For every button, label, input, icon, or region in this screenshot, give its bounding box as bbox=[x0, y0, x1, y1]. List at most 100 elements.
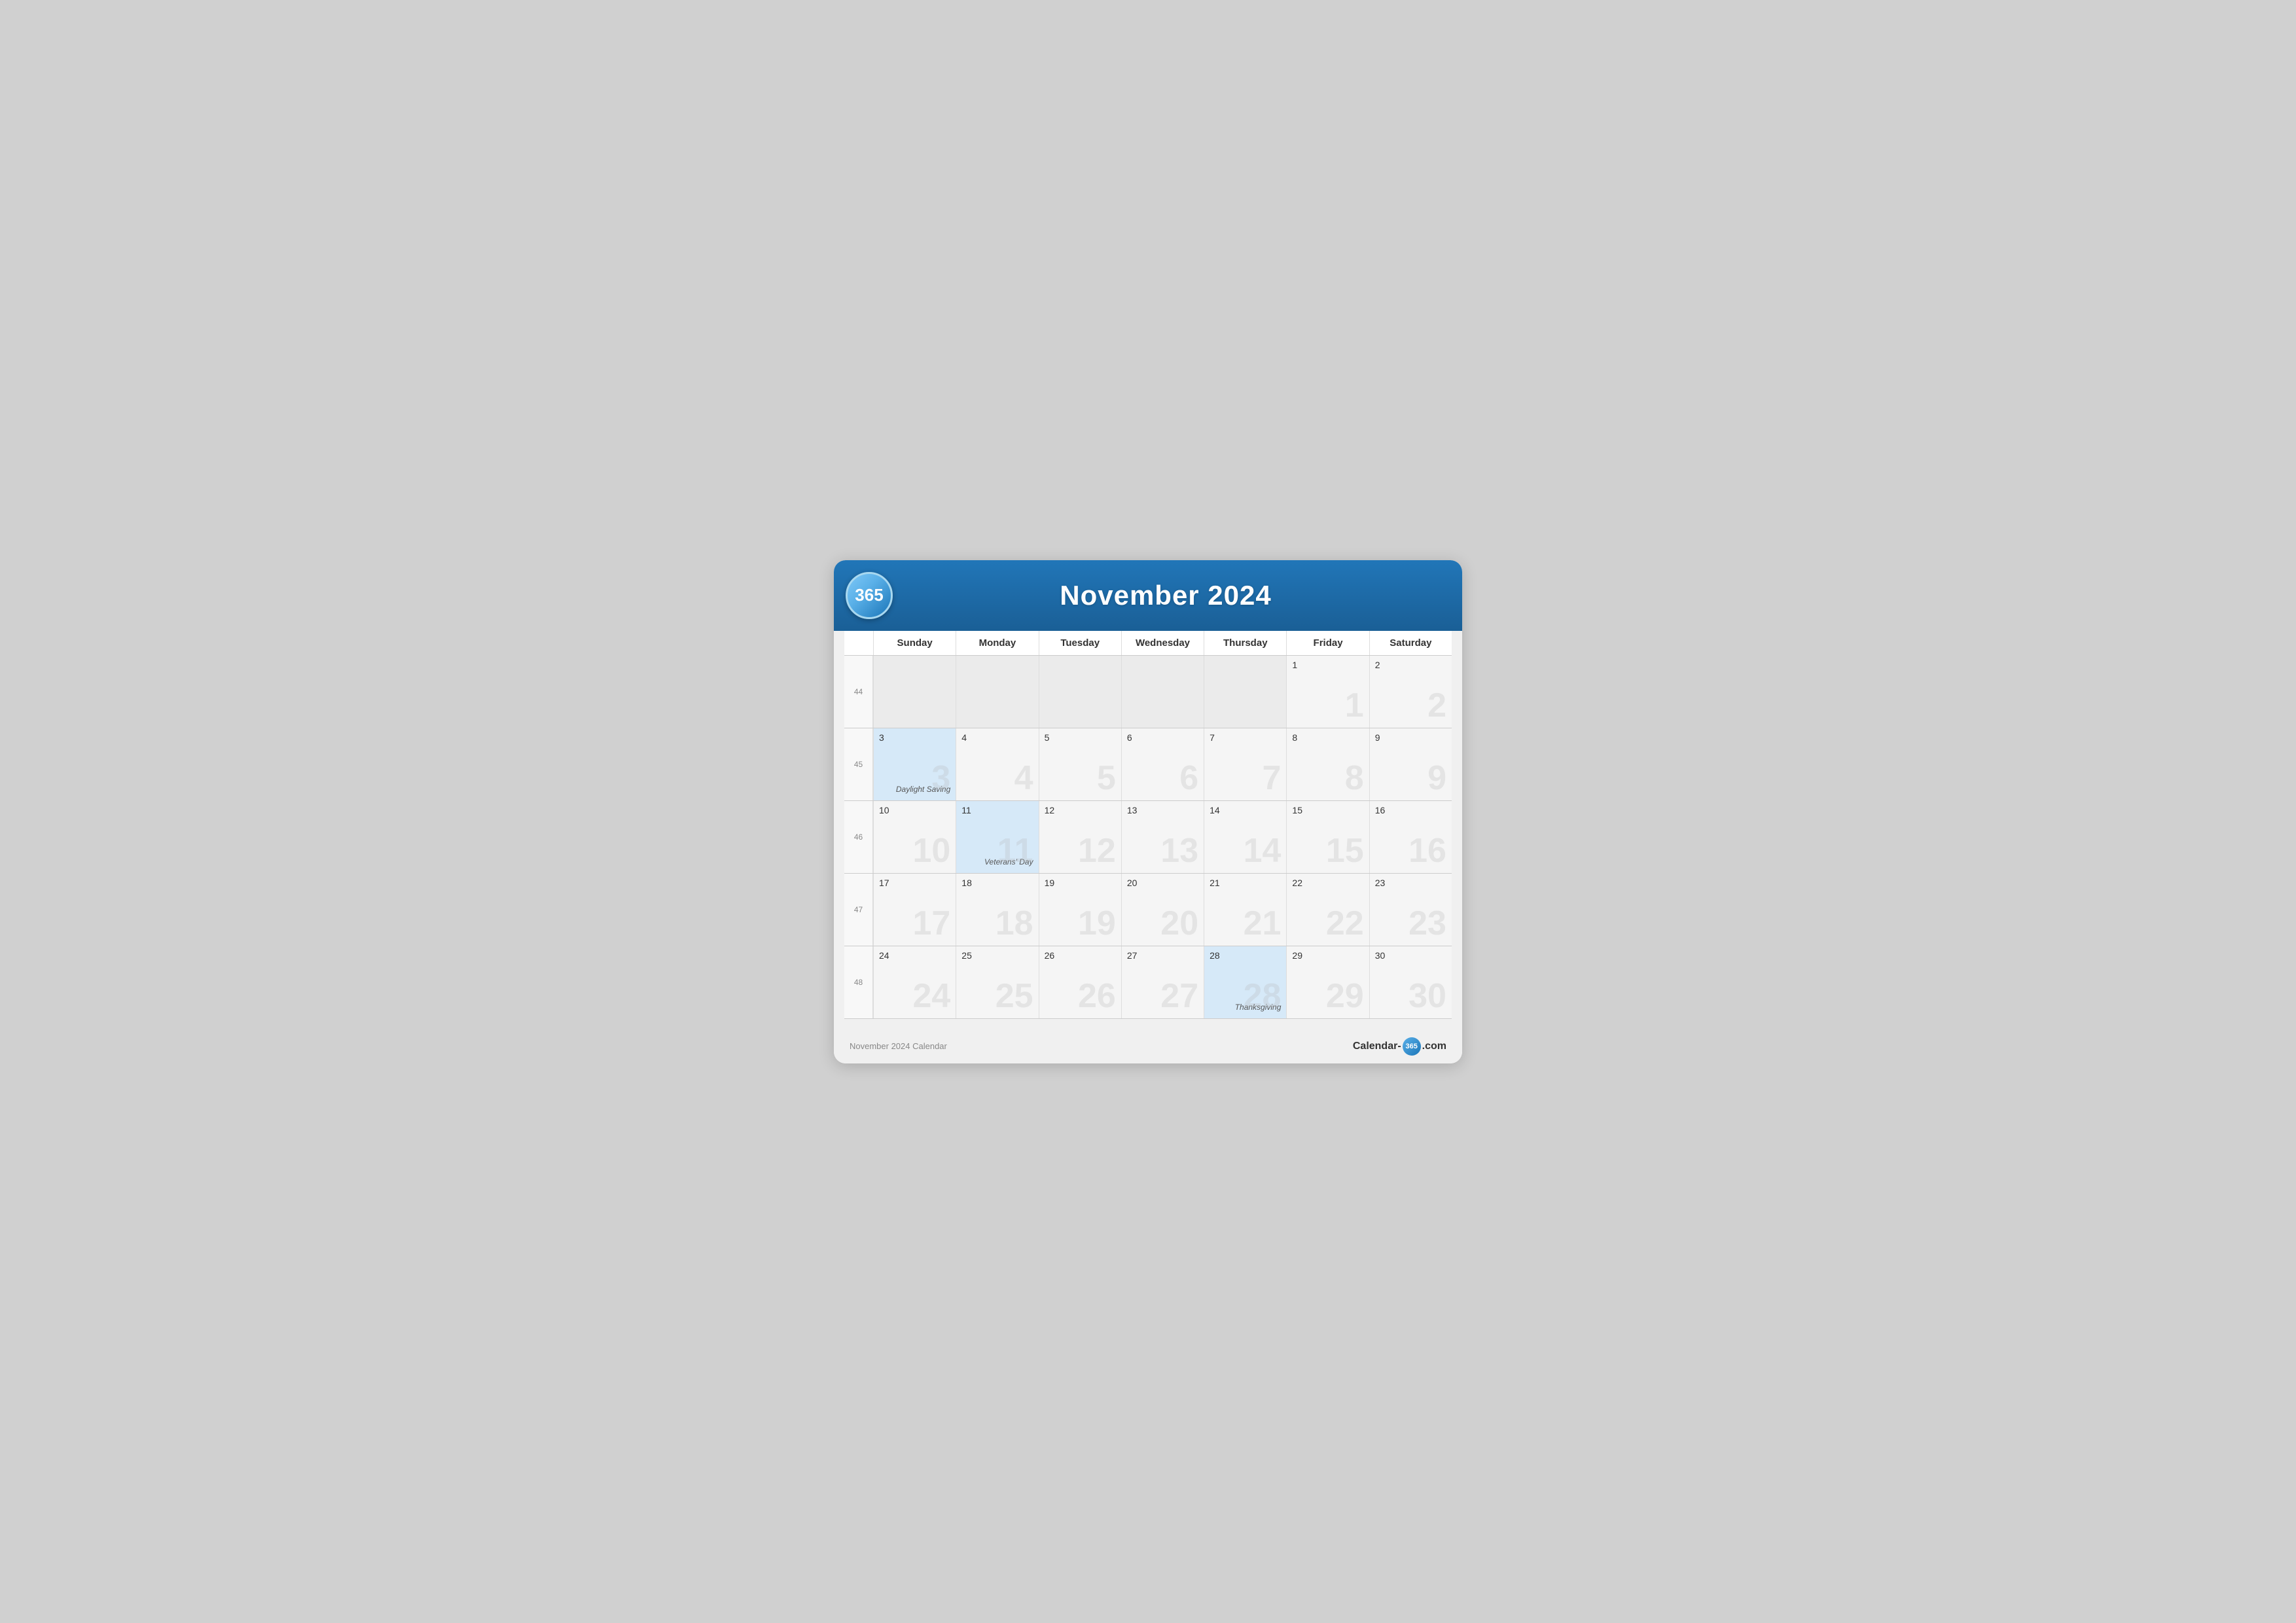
cell-watermark: 18 bbox=[996, 906, 1033, 940]
cell-watermark: 29 bbox=[1326, 979, 1364, 1013]
cell-date-number: 8 bbox=[1292, 732, 1363, 743]
cell-date-number: 11 bbox=[961, 805, 1033, 815]
week-num-2: 46 bbox=[844, 801, 873, 873]
calendar-cell-week4-day1[interactable]: 2525 bbox=[956, 946, 1038, 1018]
calendar-cell-week3-day4[interactable]: 2121 bbox=[1204, 874, 1286, 946]
cell-watermark: 26 bbox=[1078, 979, 1116, 1013]
day-header-sunday: Sunday bbox=[873, 631, 956, 655]
cell-event-label: Veterans' Day bbox=[961, 857, 1033, 869]
cell-watermark: 30 bbox=[1408, 979, 1446, 1013]
footer-logo-circle: 365 bbox=[1403, 1037, 1421, 1056]
calendar-cell-week4-day2[interactable]: 26 26 bbox=[1039, 946, 1121, 1018]
cell-date-number: 2 bbox=[1375, 660, 1446, 670]
calendar-cell-week0-day4[interactable] bbox=[1204, 656, 1286, 728]
calendar-cell-week0-day1[interactable] bbox=[956, 656, 1038, 728]
calendar-cell-week4-day3[interactable]: 2727 bbox=[1121, 946, 1204, 1018]
cell-date-number: 5 bbox=[1045, 732, 1116, 743]
calendar-cell-week1-day4[interactable]: 77 bbox=[1204, 728, 1286, 800]
calendar-container: 365 November 2024 Sunday Monday Tuesday … bbox=[834, 560, 1462, 1063]
week-num-1: 45 bbox=[844, 728, 873, 800]
cell-date-number: 4 bbox=[961, 732, 1033, 743]
calendar-cell-week2-day0[interactable]: 10 10 bbox=[873, 801, 956, 873]
calendar-cell-week4-day4[interactable]: 2828Thanksgiving bbox=[1204, 946, 1286, 1018]
cell-date-number: 24 bbox=[879, 950, 950, 961]
week-num-3: 47 bbox=[844, 874, 873, 946]
cell-date-number: 20 bbox=[1127, 878, 1198, 888]
calendar-cell-week0-day0[interactable] bbox=[873, 656, 956, 728]
cell-watermark: 23 bbox=[1408, 906, 1446, 940]
cell-watermark: 1 bbox=[1345, 688, 1364, 722]
calendar-cell-week0-day5[interactable]: 11 bbox=[1286, 656, 1369, 728]
cell-date-number: 13 bbox=[1127, 805, 1198, 815]
cell-date-number: 23 bbox=[1375, 878, 1446, 888]
calendar-cell-week3-day6[interactable]: 23 23 bbox=[1369, 874, 1452, 946]
cell-date-number: 22 bbox=[1292, 878, 1363, 888]
day-header-monday: Monday bbox=[956, 631, 1038, 655]
cell-watermark: 2 bbox=[1427, 688, 1446, 722]
day-header-friday: Friday bbox=[1286, 631, 1369, 655]
cell-date-number: 26 bbox=[1045, 950, 1116, 961]
calendar-cell-week1-day6[interactable]: 99 bbox=[1369, 728, 1452, 800]
week-row-1: 4533Daylight Saving445566778899 bbox=[844, 728, 1452, 801]
cell-watermark: 6 bbox=[1179, 761, 1198, 795]
week-row-3: 471717181819192020212122222323 bbox=[844, 874, 1452, 946]
week-row-0: 441122 bbox=[844, 656, 1452, 728]
cell-watermark: 13 bbox=[1160, 834, 1198, 868]
cell-date-number: 30 bbox=[1375, 950, 1446, 961]
calendar-cell-week2-day3[interactable]: 13 13 bbox=[1121, 801, 1204, 873]
calendar-cell-week2-day2[interactable]: 1212 bbox=[1039, 801, 1121, 873]
calendar-cell-week0-day2[interactable] bbox=[1039, 656, 1121, 728]
calendar-title: November 2024 bbox=[893, 580, 1439, 611]
footer-right-brand: Calendar- 365 .com bbox=[1353, 1037, 1446, 1056]
footer-brand-text-after: .com bbox=[1422, 1041, 1446, 1052]
cell-date-number: 28 bbox=[1210, 950, 1281, 961]
calendar-cell-week2-day6[interactable]: 1616 bbox=[1369, 801, 1452, 873]
calendar-header: 365 November 2024 bbox=[834, 560, 1462, 631]
calendar-cell-week1-day0[interactable]: 33Daylight Saving bbox=[873, 728, 956, 800]
cell-watermark: 12 bbox=[1078, 834, 1116, 868]
cell-date-number: 18 bbox=[961, 878, 1033, 888]
cell-watermark: 14 bbox=[1244, 834, 1282, 868]
calendar-cell-week2-day4[interactable]: 14 14 bbox=[1204, 801, 1286, 873]
cell-date-number: 6 bbox=[1127, 732, 1198, 743]
cell-watermark: 10 bbox=[912, 834, 950, 868]
cell-watermark: 24 bbox=[912, 979, 950, 1013]
cell-date-number: 14 bbox=[1210, 805, 1281, 815]
calendar-cell-week2-day1[interactable]: 1111Veterans' Day bbox=[956, 801, 1038, 873]
day-headers-row: Sunday Monday Tuesday Wednesday Thursday… bbox=[844, 631, 1452, 656]
cell-date-number: 17 bbox=[879, 878, 950, 888]
calendar-cell-week3-day1[interactable]: 1818 bbox=[956, 874, 1038, 946]
calendar-cell-week0-day3[interactable] bbox=[1121, 656, 1204, 728]
calendar-cell-week4-day6[interactable]: 30 30 bbox=[1369, 946, 1452, 1018]
day-header-tuesday: Tuesday bbox=[1039, 631, 1121, 655]
calendar-cell-week3-day3[interactable]: 2020 bbox=[1121, 874, 1204, 946]
calendar-cell-week1-day1[interactable]: 44 bbox=[956, 728, 1038, 800]
cell-watermark: 5 bbox=[1097, 761, 1116, 795]
cell-date-number: 29 bbox=[1292, 950, 1363, 961]
calendar-cell-week3-day2[interactable]: 1919 bbox=[1039, 874, 1121, 946]
cell-watermark: 4 bbox=[1014, 761, 1033, 795]
cell-date-number: 10 bbox=[879, 805, 950, 815]
calendar-cell-week1-day3[interactable]: 66 bbox=[1121, 728, 1204, 800]
cell-watermark: 25 bbox=[996, 979, 1033, 1013]
calendar-cell-week3-day5[interactable]: 2222 bbox=[1286, 874, 1369, 946]
calendar-cell-week2-day5[interactable]: 1515 bbox=[1286, 801, 1369, 873]
cell-watermark: 8 bbox=[1345, 761, 1364, 795]
cell-watermark: 17 bbox=[912, 906, 950, 940]
cell-date-number: 16 bbox=[1375, 805, 1446, 815]
calendar-cell-week4-day0[interactable]: 24 24 bbox=[873, 946, 956, 1018]
cell-watermark: 15 bbox=[1326, 834, 1364, 868]
calendar-cell-week4-day5[interactable]: 29 29 bbox=[1286, 946, 1369, 1018]
calendar-cell-week1-day5[interactable]: 88 bbox=[1286, 728, 1369, 800]
calendar-cell-week0-day6[interactable]: 22 bbox=[1369, 656, 1452, 728]
cell-date-number: 15 bbox=[1292, 805, 1363, 815]
footer-brand-text-before: Calendar- bbox=[1353, 1041, 1401, 1052]
cell-date-number: 21 bbox=[1210, 878, 1281, 888]
cell-watermark: 7 bbox=[1263, 761, 1282, 795]
calendar-cell-week1-day2[interactable]: 55 bbox=[1039, 728, 1121, 800]
week-num-0: 44 bbox=[844, 656, 873, 728]
cell-watermark: 20 bbox=[1160, 906, 1198, 940]
calendar-cell-week3-day0[interactable]: 1717 bbox=[873, 874, 956, 946]
cell-watermark: 19 bbox=[1078, 906, 1116, 940]
week-row-2: 4610101111Veterans' Day12121313141415151… bbox=[844, 801, 1452, 874]
